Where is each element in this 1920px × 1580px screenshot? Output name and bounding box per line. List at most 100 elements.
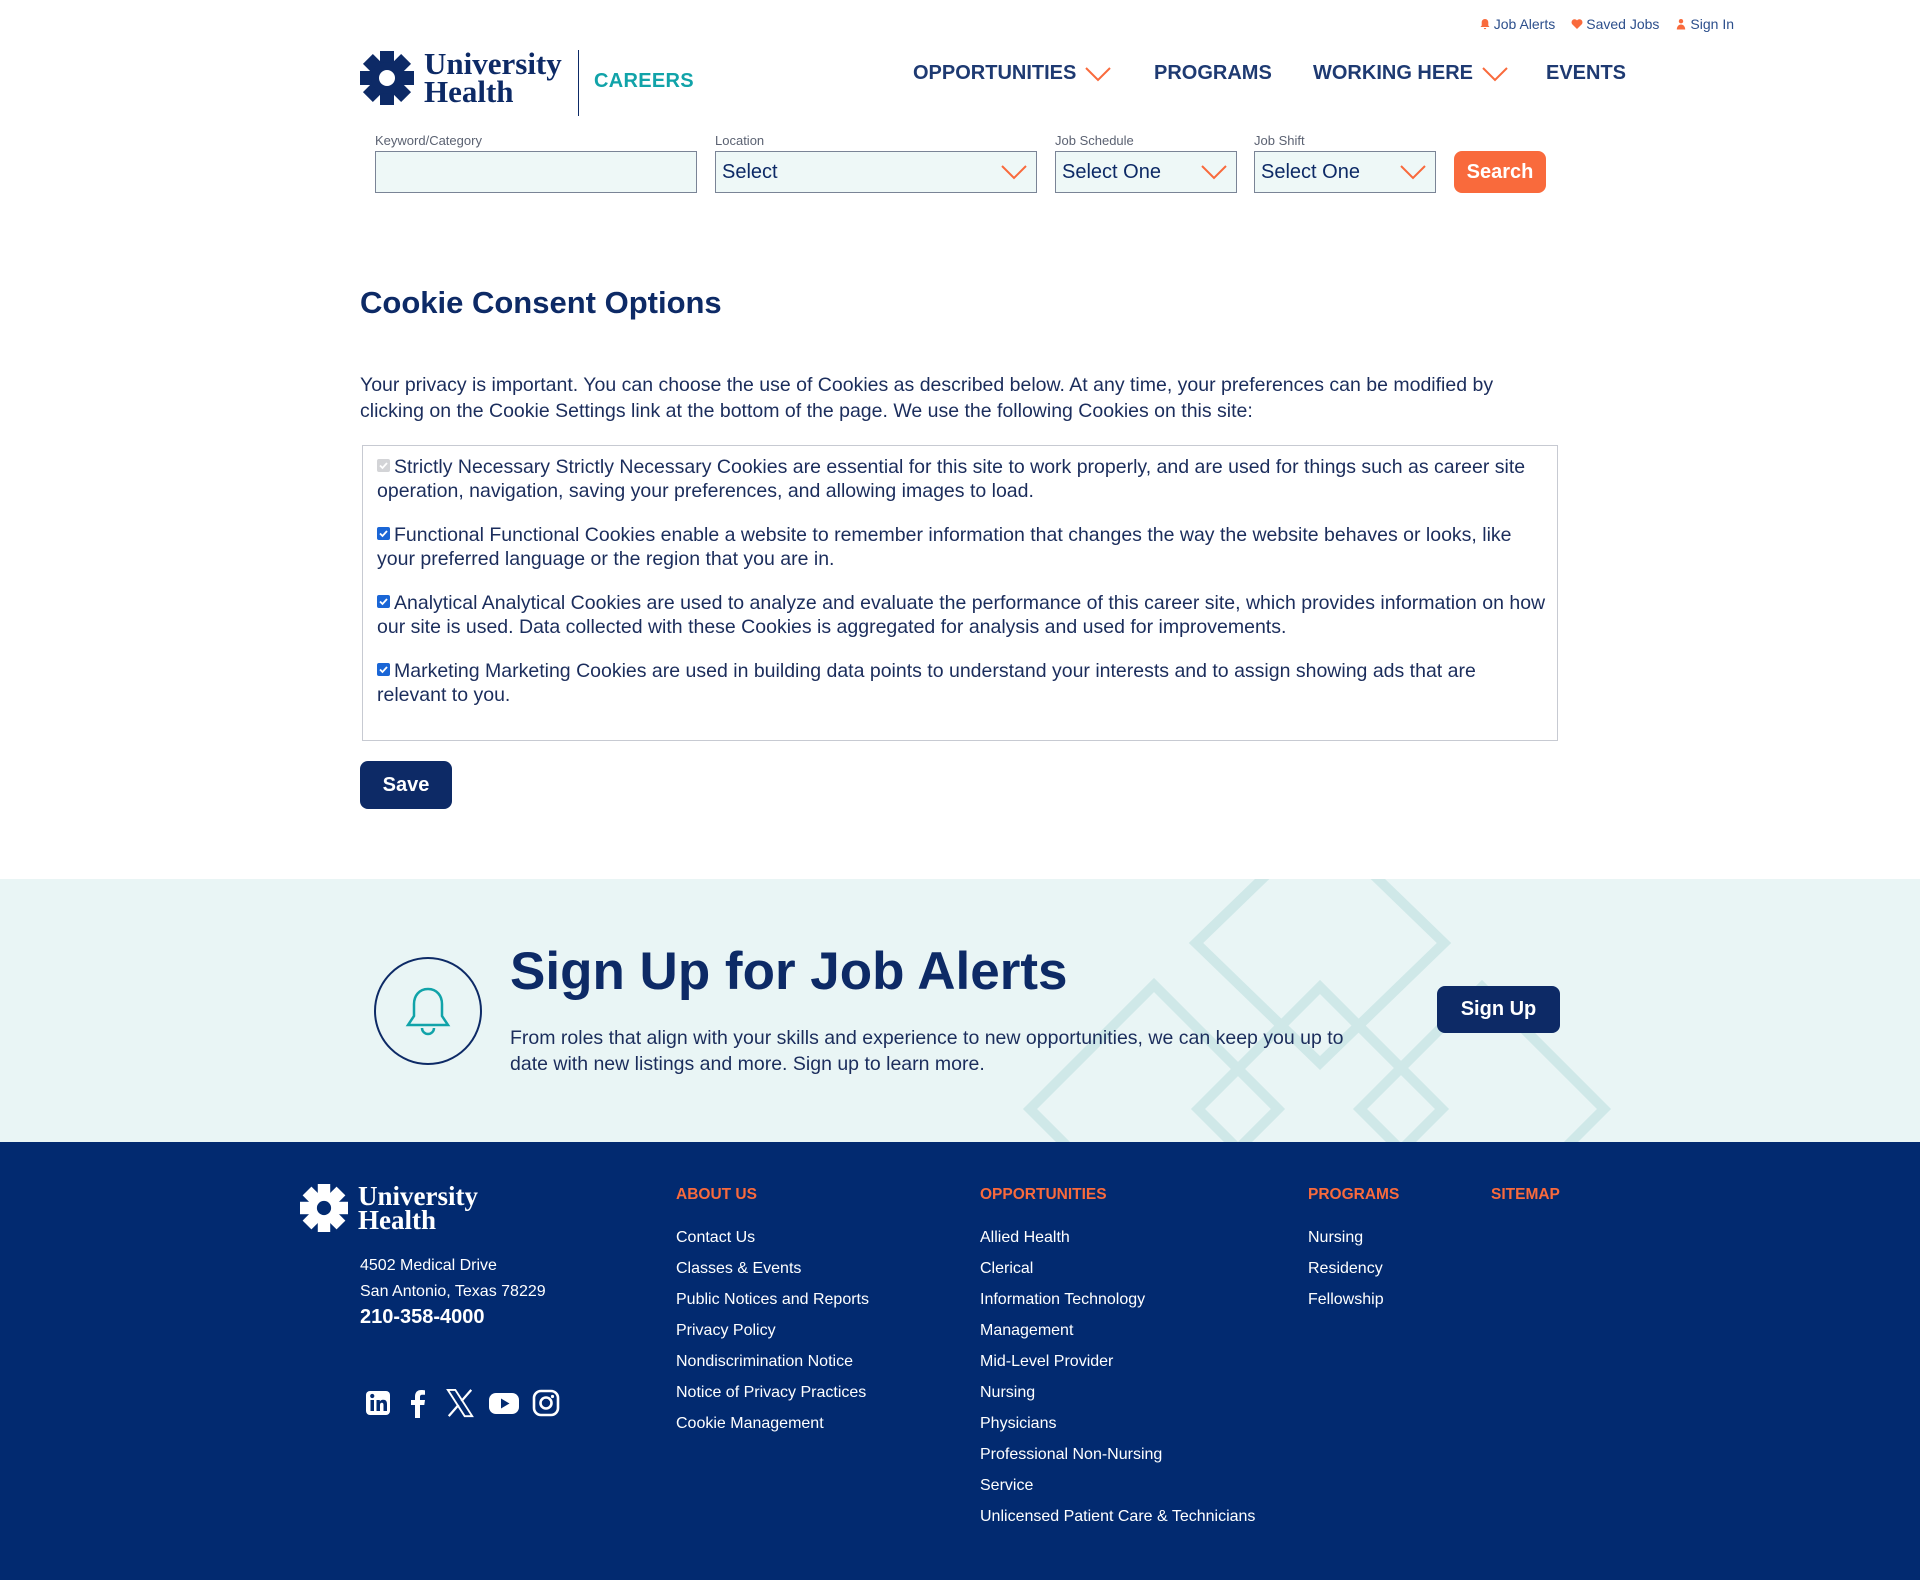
footer-programs-list: Nursing Residency Fellowship xyxy=(1308,1222,1384,1315)
chevron-down-icon xyxy=(1001,165,1027,180)
chevron-down-icon xyxy=(1400,165,1426,180)
nav-events[interactable]: EVENTS xyxy=(1546,62,1626,85)
footer-link[interactable]: Physicians xyxy=(980,1408,1255,1439)
location-select[interactable]: Select xyxy=(715,151,1037,193)
consent-analytical: Analytical Analytical Cookies are used t… xyxy=(377,591,1547,639)
chevron-down-icon xyxy=(1482,66,1508,81)
keyword-input[interactable] xyxy=(375,151,697,193)
job-alerts-section: Sign Up for Job Alerts From roles that a… xyxy=(0,879,1920,1142)
social-links xyxy=(364,1388,560,1418)
heart-icon xyxy=(1571,19,1583,29)
footer-link[interactable]: Privacy Policy xyxy=(676,1315,869,1346)
footer-link[interactable]: Contact Us xyxy=(676,1222,869,1253)
footer-link[interactable]: Cookie Management xyxy=(676,1408,869,1439)
saved-jobs-link[interactable]: Saved Jobs xyxy=(1571,16,1659,32)
functional-checkbox[interactable] xyxy=(377,527,390,540)
footer-link[interactable]: Nondiscrimination Notice xyxy=(676,1346,869,1377)
bell-icon xyxy=(405,987,451,1036)
sign-up-button[interactable]: Sign Up xyxy=(1437,986,1560,1033)
footer-link[interactable]: Nursing xyxy=(1308,1222,1384,1253)
nav-working-here-label: WORKING HERE xyxy=(1313,62,1473,84)
footer-logo-text: University Health xyxy=(358,1183,478,1235)
consent-intro: Your privacy is important. You can choos… xyxy=(360,374,1494,422)
analytical-checkbox[interactable] xyxy=(377,595,390,608)
user-icon xyxy=(1677,19,1686,30)
footer-about-list: Contact Us Classes & Events Public Notic… xyxy=(676,1222,869,1439)
bell-icon xyxy=(1480,19,1490,30)
footer-link[interactable]: Notice of Privacy Practices xyxy=(676,1377,869,1408)
footer-link[interactable]: Public Notices and Reports xyxy=(676,1284,869,1315)
strictly-necessary-checkbox xyxy=(377,459,390,472)
footer-link[interactable]: Service xyxy=(980,1470,1255,1501)
save-button[interactable]: Save xyxy=(360,761,452,809)
youtube-icon[interactable] xyxy=(488,1388,520,1418)
footer-logo-line-2: Health xyxy=(358,1205,436,1235)
footer-link[interactable]: Nursing xyxy=(980,1377,1255,1408)
logo-line-2: Health xyxy=(424,74,514,109)
shift-select[interactable]: Select One xyxy=(1254,151,1436,193)
instagram-icon[interactable] xyxy=(532,1388,560,1418)
location-value: Select xyxy=(722,160,778,183)
logo-divider xyxy=(578,50,579,116)
footer-link[interactable]: Allied Health xyxy=(980,1222,1255,1253)
footer-logo[interactable]: University Health xyxy=(300,1183,478,1235)
saved-jobs-label: Saved Jobs xyxy=(1586,16,1660,32)
nav-events-label: EVENTS xyxy=(1546,62,1627,84)
bell-badge xyxy=(374,957,482,1065)
sign-in-label: Sign In xyxy=(1690,16,1734,32)
footer-address-line-1: 4502 Medical Drive xyxy=(360,1257,497,1274)
footer-link[interactable]: Residency xyxy=(1308,1253,1384,1284)
linkedin-icon[interactable] xyxy=(364,1388,392,1418)
footer-programs-heading: PROGRAMS xyxy=(1308,1186,1400,1203)
footer-sitemap-link[interactable]: SITEMAP xyxy=(1491,1186,1560,1204)
schedule-select[interactable]: Select One xyxy=(1055,151,1237,193)
university-health-logo[interactable]: University Health xyxy=(360,48,562,109)
x-icon[interactable] xyxy=(444,1388,476,1418)
facebook-icon[interactable] xyxy=(404,1388,432,1418)
logo-text: University Health xyxy=(424,48,562,109)
search-button[interactable]: Search xyxy=(1454,151,1546,193)
job-alerts-title: Sign Up for Job Alerts xyxy=(510,942,1068,1001)
star-logo-icon xyxy=(300,1184,348,1232)
page-title: Cookie Consent Options xyxy=(360,285,722,320)
footer-about-heading: ABOUT US xyxy=(676,1186,757,1203)
keyword-label: Keyword/Category xyxy=(375,133,482,148)
consent-options-box: Strictly Necessary Strictly Necessary Co… xyxy=(362,445,1558,741)
footer-link[interactable]: Fellowship xyxy=(1308,1284,1384,1315)
footer-link[interactable]: Clerical xyxy=(980,1253,1255,1284)
footer-link[interactable]: Classes & Events xyxy=(676,1253,869,1284)
analytical-text: Analytical Analytical Cookies are used t… xyxy=(377,592,1546,638)
shift-value: Select One xyxy=(1261,160,1360,183)
footer-address-line-2: San Antonio, Texas 78229 xyxy=(360,1283,546,1300)
footer: University Health 4502 Medical Drive San… xyxy=(0,1142,1920,1580)
chevron-down-icon xyxy=(1085,66,1112,81)
star-logo-icon xyxy=(360,51,414,105)
nav-programs-label: PROGRAMS xyxy=(1154,62,1272,84)
job-alerts-label: Job Alerts xyxy=(1493,16,1556,32)
footer-phone[interactable]: 210-358-4000 xyxy=(360,1306,485,1329)
schedule-label: Job Schedule xyxy=(1055,133,1134,148)
footer-link[interactable]: Information Technology xyxy=(980,1284,1255,1315)
marketing-checkbox[interactable] xyxy=(377,663,390,676)
job-alerts-link[interactable]: Job Alerts xyxy=(1479,16,1555,32)
nav-opportunities[interactable]: OPPORTUNITIES xyxy=(913,62,1112,85)
chevron-down-icon xyxy=(1201,165,1227,180)
consent-strictly-necessary: Strictly Necessary Strictly Necessary Co… xyxy=(377,455,1547,503)
sign-in-link[interactable]: Sign In xyxy=(1675,16,1734,32)
consent-functional: Functional Functional Cookies enable a w… xyxy=(377,523,1547,571)
nav-working-here[interactable]: WORKING HERE xyxy=(1313,62,1509,85)
careers-label[interactable]: CAREERS xyxy=(594,70,694,93)
nav-programs[interactable]: PROGRAMS xyxy=(1154,62,1272,85)
job-alerts-description: From roles that align with your skills a… xyxy=(510,1027,1344,1075)
shift-label: Job Shift xyxy=(1254,133,1305,148)
consent-marketing: Marketing Marketing Cookies are used in … xyxy=(377,659,1547,707)
functional-text: Functional Functional Cookies enable a w… xyxy=(377,524,1512,570)
footer-link[interactable]: Professional Non-Nursing xyxy=(980,1439,1255,1470)
schedule-value: Select One xyxy=(1062,160,1161,183)
strictly-necessary-text: Strictly Necessary Strictly Necessary Co… xyxy=(377,456,1526,502)
nav-opportunities-label: OPPORTUNITIES xyxy=(913,62,1077,84)
footer-link[interactable]: Unlicensed Patient Care & Technicians xyxy=(980,1501,1255,1532)
footer-link[interactable]: Mid-Level Provider xyxy=(980,1346,1255,1377)
footer-opportunities-heading: OPPORTUNITIES xyxy=(980,1186,1107,1203)
footer-link[interactable]: Management xyxy=(980,1315,1255,1346)
